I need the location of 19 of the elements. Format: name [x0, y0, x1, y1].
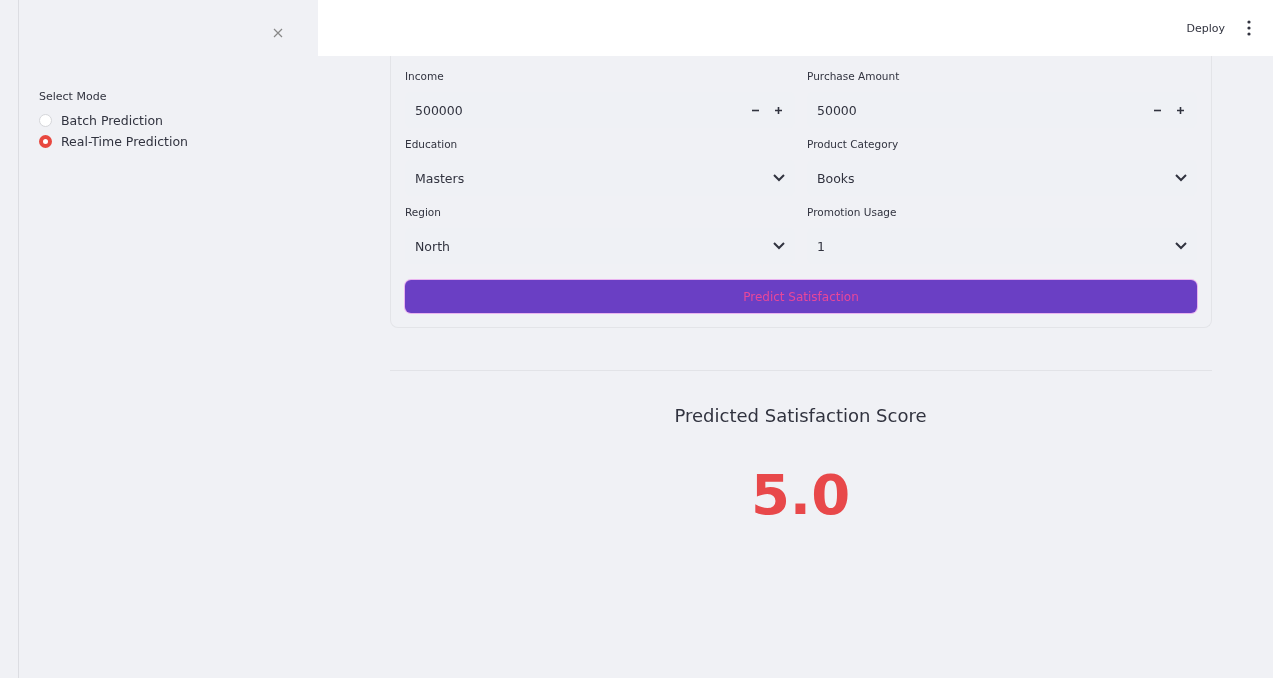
radio-button[interactable] [39, 135, 52, 148]
chevron-down-icon [1175, 174, 1187, 182]
field-label: Education [405, 138, 459, 152]
radio-label[interactable]: Batch Prediction [61, 113, 163, 128]
field-label: Region [405, 206, 442, 220]
chevron-down-icon [773, 242, 785, 250]
radio-label[interactable]: Real-Time Prediction [61, 134, 188, 149]
result-title: Predicted Satisfaction Score [674, 405, 927, 426]
field-label: Product Category [807, 138, 900, 152]
deploy-button[interactable]: Deploy [1184, 19, 1227, 37]
field-label: Purchase Amount [807, 70, 901, 84]
radio-group-label: Select Mode [39, 90, 107, 103]
score-value: 5.0 [750, 462, 851, 527]
more-options-icon[interactable] [1245, 18, 1253, 38]
field-label: Promotion Usage [807, 206, 898, 220]
field-label: Income [405, 70, 445, 84]
chevron-down-icon [1175, 242, 1187, 250]
close-icon[interactable] [271, 26, 285, 40]
chevron-down-icon [773, 174, 785, 182]
